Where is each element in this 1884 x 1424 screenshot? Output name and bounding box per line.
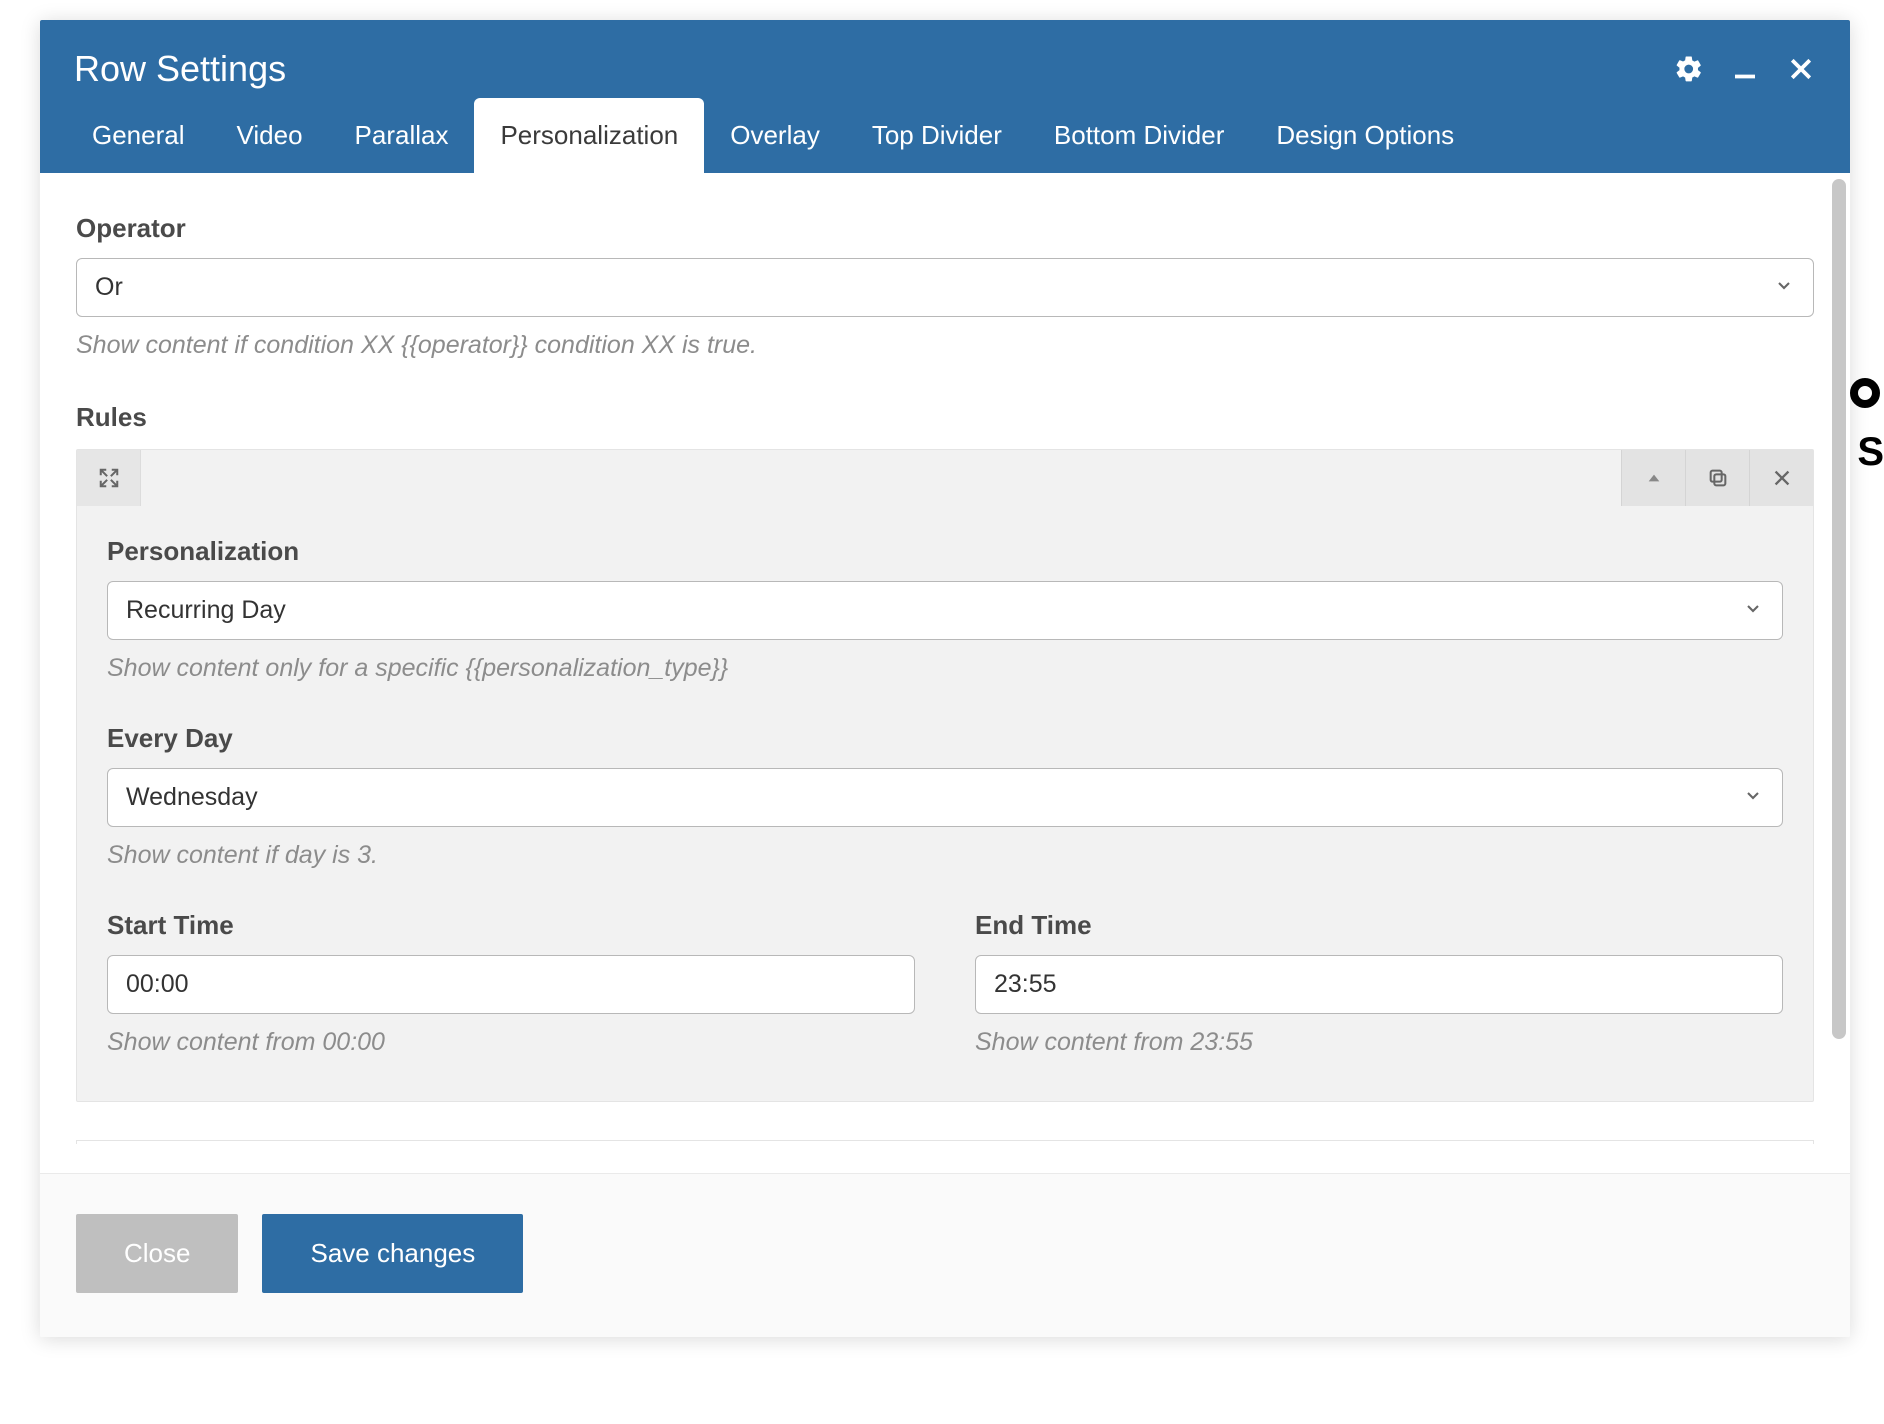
window-controls: [1674, 54, 1816, 84]
modal-body: Operator Or Show content if condition XX…: [40, 173, 1850, 1173]
close-button[interactable]: Close: [76, 1214, 238, 1293]
end-time-input[interactable]: [975, 955, 1783, 1014]
operator-select[interactable]: Or: [76, 258, 1814, 317]
personalization-helper: Show content only for a specific {{perso…: [107, 654, 1783, 683]
rules-section: Rules: [76, 402, 1814, 1144]
close-icon[interactable]: [1786, 54, 1816, 84]
background-text-fragment: S: [1857, 430, 1884, 475]
start-time-label: Start Time: [107, 910, 915, 941]
collapse-up-icon[interactable]: [1621, 450, 1685, 506]
every-day-select[interactable]: Wednesday: [107, 768, 1783, 827]
every-day-helper: Show content if day is 3.: [107, 841, 1783, 870]
tab-design-options[interactable]: Design Options: [1250, 98, 1480, 173]
personalization-select[interactable]: Recurring Day: [107, 581, 1783, 640]
end-time-label: End Time: [975, 910, 1783, 941]
personalization-label: Personalization: [107, 536, 1783, 567]
operator-section: Operator Or Show content if condition XX…: [76, 213, 1814, 360]
start-time-input[interactable]: [107, 955, 915, 1014]
modal-titlebar: Row Settings: [40, 20, 1850, 98]
duplicate-icon[interactable]: [1685, 450, 1749, 506]
tab-bottom-divider[interactable]: Bottom Divider: [1028, 98, 1251, 173]
toolbar-spacer: [141, 450, 1621, 506]
modal-header: Row Settings General Video Parallax Pers…: [40, 20, 1850, 173]
modal-footer: Close Save changes: [40, 1173, 1850, 1337]
tab-bar: General Video Parallax Personalization O…: [40, 98, 1850, 173]
rule-toolbar: [77, 450, 1813, 506]
gear-icon[interactable]: [1674, 54, 1704, 84]
rule-body: Personalization Recurring Day Show conte…: [77, 506, 1813, 1101]
save-button[interactable]: Save changes: [262, 1214, 523, 1293]
expand-icon[interactable]: [77, 450, 141, 506]
tab-overlay[interactable]: Overlay: [704, 98, 846, 173]
tab-general[interactable]: General: [66, 98, 211, 173]
operator-label: Operator: [76, 213, 1814, 244]
next-rule-preview: [76, 1140, 1814, 1144]
end-time-group: End Time Show content from 23:55: [975, 910, 1783, 1057]
modal-title: Row Settings: [74, 48, 1674, 90]
start-time-helper: Show content from 00:00: [107, 1028, 915, 1057]
remove-rule-icon[interactable]: [1749, 450, 1813, 506]
rule-card: Personalization Recurring Day Show conte…: [76, 449, 1814, 1102]
scrollbar-track[interactable]: [1832, 179, 1846, 1049]
row-settings-modal: Row Settings General Video Parallax Pers…: [40, 20, 1850, 1337]
tab-parallax[interactable]: Parallax: [329, 98, 475, 173]
start-time-group: Start Time Show content from 00:00: [107, 910, 915, 1057]
tab-personalization[interactable]: Personalization: [474, 98, 704, 173]
rules-label: Rules: [76, 402, 1814, 433]
tab-video[interactable]: Video: [211, 98, 329, 173]
every-day-label: Every Day: [107, 723, 1783, 754]
minimize-icon[interactable]: [1730, 54, 1760, 84]
operator-helper: Show content if condition XX {{operator}…: [76, 331, 1814, 360]
tab-top-divider[interactable]: Top Divider: [846, 98, 1028, 173]
scrollbar-thumb[interactable]: [1832, 179, 1846, 1039]
background-decoration: [1850, 378, 1880, 408]
end-time-helper: Show content from 23:55: [975, 1028, 1783, 1057]
